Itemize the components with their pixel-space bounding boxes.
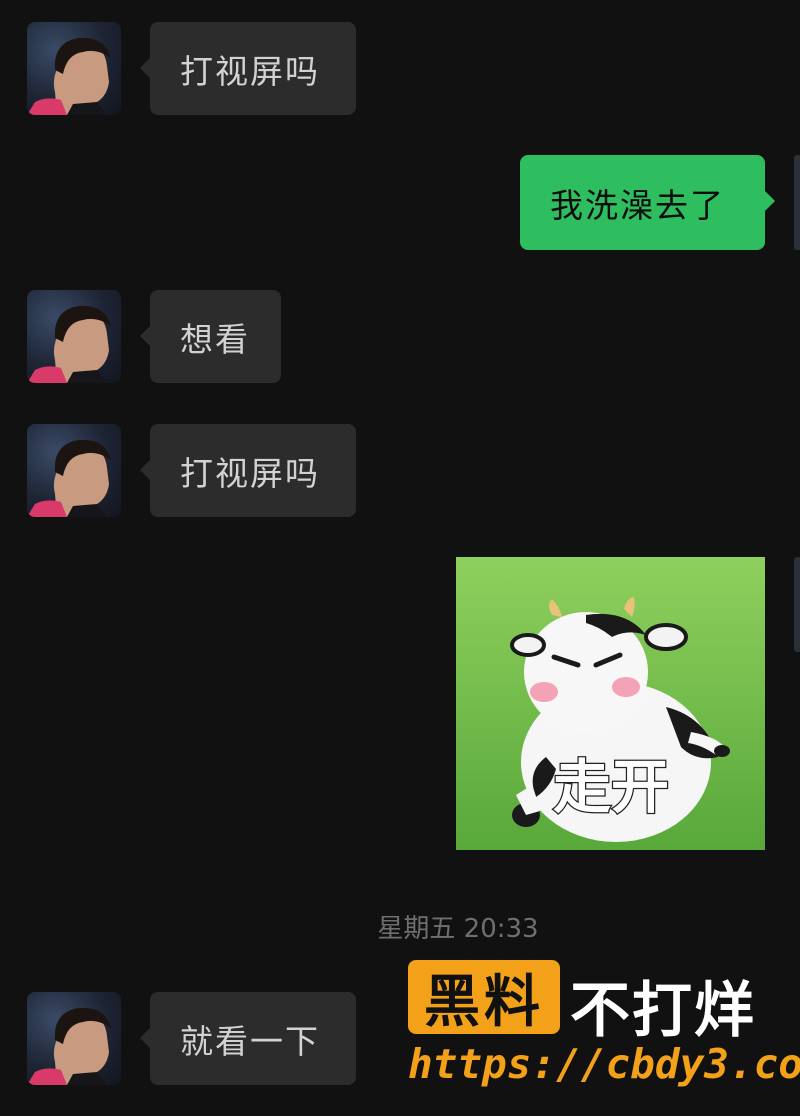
my-avatar-partial [794, 557, 800, 652]
message-text: 我洗澡去了 [550, 185, 725, 225]
watermark-badge-text: 黑料 [424, 969, 544, 1035]
message-bubble-incoming[interactable]: 打视屏吗 [140, 424, 356, 517]
message-text: 打视屏吗 [180, 453, 320, 493]
avatar-portrait-icon [27, 37, 111, 115]
contact-avatar[interactable] [27, 424, 121, 517]
contact-avatar[interactable] [27, 992, 121, 1085]
contact-avatar[interactable] [27, 290, 121, 383]
avatar-portrait-icon [27, 1007, 111, 1085]
cow-sticker-icon: 走开 [456, 557, 765, 850]
message-bubble-incoming[interactable]: 就看一下 [140, 992, 356, 1085]
avatar-portrait-icon [27, 439, 111, 517]
my-avatar-partial [794, 155, 800, 250]
watermark-slogan: 不打烊 [570, 976, 756, 1046]
contact-avatar[interactable] [27, 22, 121, 115]
timestamp-divider: 星期五 20:33 [377, 914, 539, 944]
message-text: 打视屏吗 [180, 51, 320, 91]
message-text: 想看 [180, 319, 250, 359]
message-bubble-outgoing[interactable]: 我洗澡去了 [520, 155, 775, 250]
sticker-caption: 走开 [553, 753, 669, 821]
message-bubble-incoming[interactable]: 想看 [140, 290, 281, 383]
watermark-url: https://cbdy3.com [408, 1040, 800, 1088]
sticker-message[interactable]: 走开 [456, 557, 765, 850]
avatar-portrait-icon [27, 305, 111, 383]
message-bubble-incoming[interactable]: 打视屏吗 [140, 22, 356, 115]
watermark-badge: 黑料 [408, 960, 560, 1035]
message-text: 就看一下 [180, 1021, 320, 1061]
